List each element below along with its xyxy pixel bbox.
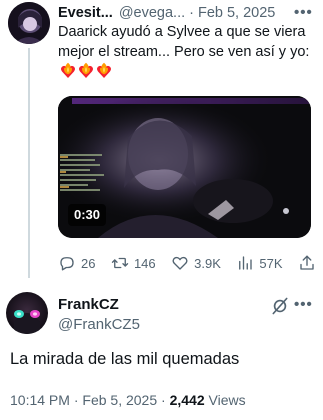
parent-more-icon[interactable]: ••• — [294, 4, 313, 21]
parent-handle[interactable]: @evega... — [119, 5, 185, 21]
video-duration: 0:30 — [68, 204, 107, 226]
parent-date[interactable]: Feb 5, 2025 — [198, 5, 275, 21]
reply-tweet-text: La mirada de las mil quemadas — [10, 350, 240, 368]
share-button[interactable] — [298, 254, 316, 272]
fire-heart-icon — [79, 62, 93, 78]
repost-button[interactable]: 146 — [111, 254, 156, 272]
reply-button[interactable]: 26 — [58, 254, 95, 272]
header-separator: · — [189, 5, 194, 21]
parent-tweet-header: Evesit... @evega... · Feb 5, 2025 — [58, 4, 318, 22]
meta-separator: · — [73, 392, 79, 408]
repost-icon — [111, 257, 129, 269]
reply-metadata: 10:14 PM · Feb 5, 2025 · 2,442 Views — [10, 392, 246, 408]
grok-icon[interactable] — [270, 296, 290, 316]
like-count: 3.9K — [194, 255, 221, 271]
thread-connector-line — [28, 48, 30, 278]
reply-icon — [60, 257, 74, 271]
view-count: 57K — [259, 255, 283, 271]
parent-tweet-text-body: Daarick ayudó a Sylvee a que se viera me… — [58, 24, 310, 60]
reply-handle[interactable]: @FrankCZ5 — [58, 316, 140, 333]
reply-time[interactable]: 10:14 PM — [10, 392, 70, 408]
reply-display-name[interactable]: FrankCZ — [58, 296, 119, 313]
parent-display-name[interactable]: Evesit... — [58, 5, 113, 21]
tweet-action-bar: 26 146 3.9K 57K — [58, 252, 316, 274]
repost-count: 146 — [133, 255, 156, 271]
like-button[interactable]: 3.9K — [171, 254, 221, 272]
analytics-bars-icon — [239, 256, 253, 270]
reply-views-count: 2,442 — [169, 392, 205, 408]
reply-date[interactable]: Feb 5, 2025 — [82, 392, 157, 408]
parent-avatar[interactable] — [8, 2, 50, 44]
reply-count: 26 — [81, 255, 96, 271]
reply-avatar[interactable] — [6, 292, 48, 334]
reply-views-label: Views — [208, 392, 246, 408]
heart-icon — [172, 256, 188, 270]
fire-heart-icon — [61, 62, 75, 78]
views-button[interactable]: 57K — [236, 254, 283, 272]
meta-separator: · — [161, 392, 166, 408]
parent-tweet-text: Daarick ayudó a Sylvee a que se viera me… — [58, 23, 316, 83]
reply-more-icon[interactable]: ••• — [294, 296, 313, 313]
share-icon — [300, 255, 314, 270]
fire-heart-icon — [97, 62, 111, 78]
